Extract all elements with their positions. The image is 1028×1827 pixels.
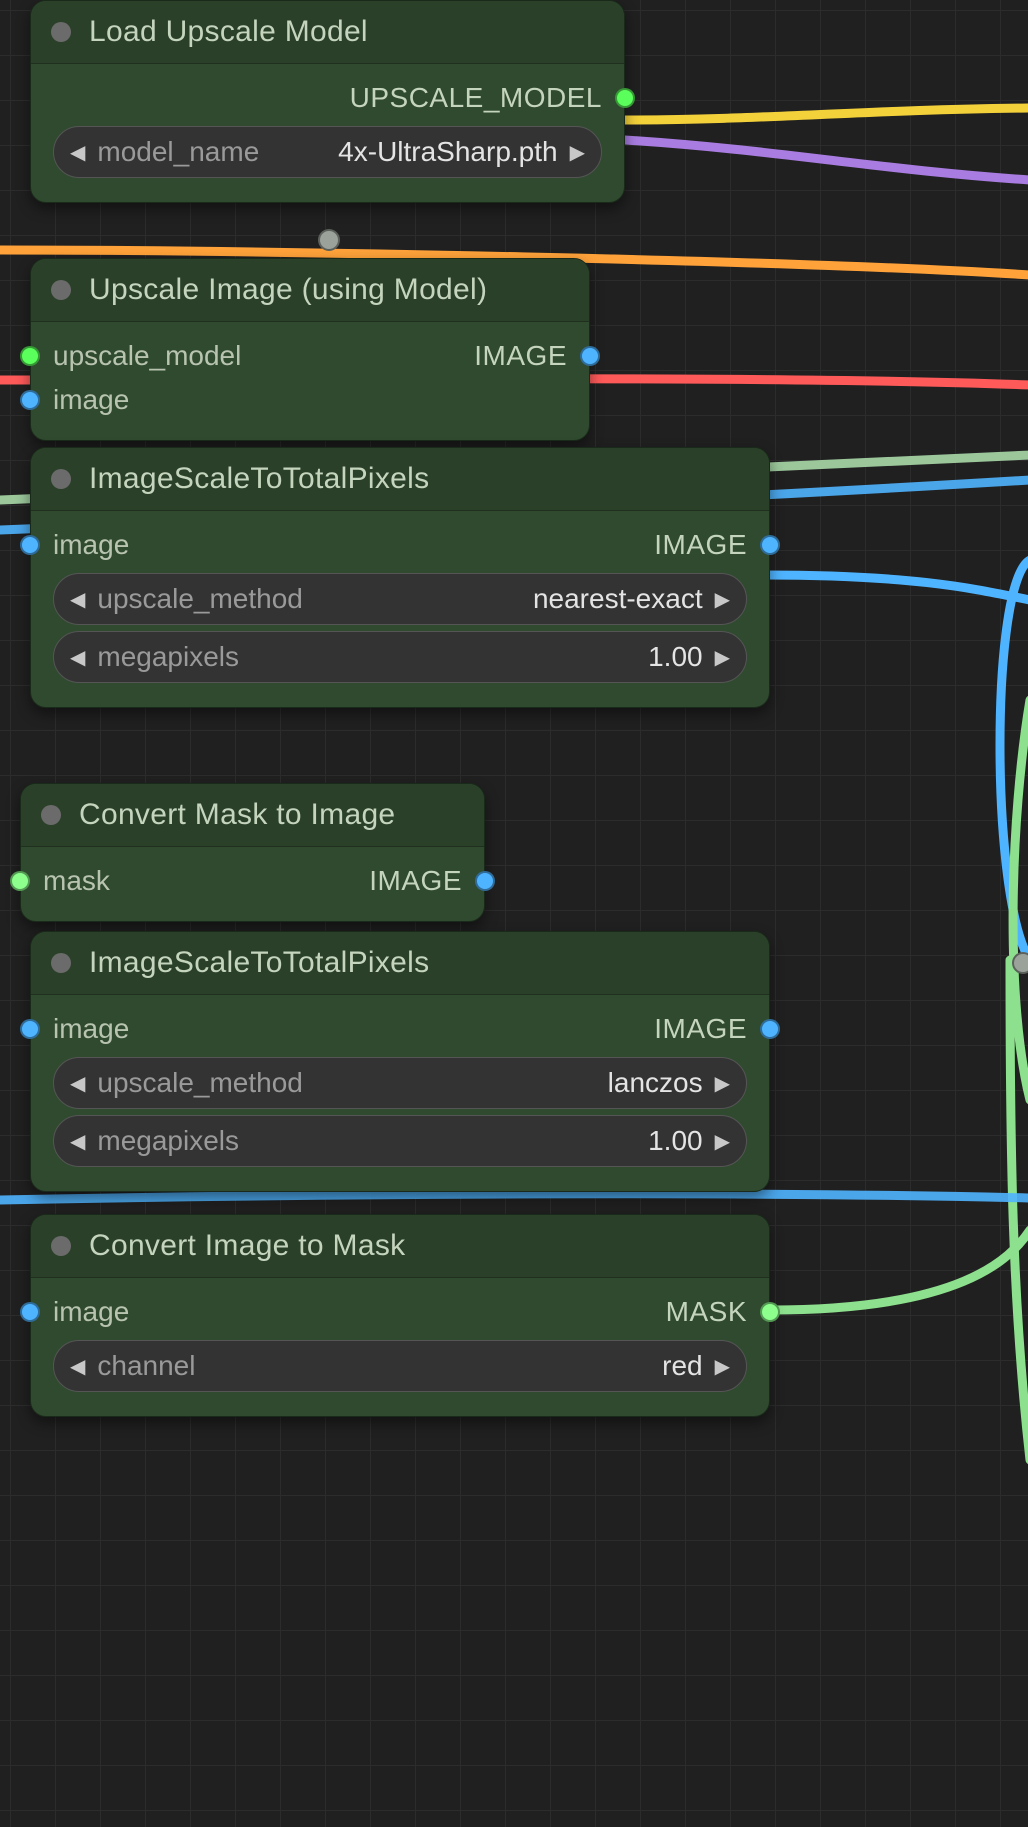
chevron-right-icon[interactable]: ▶ (715, 645, 730, 670)
node-header[interactable]: ImageScaleToTotalPixels (31, 448, 769, 511)
collapse-dot-icon[interactable] (51, 953, 71, 973)
chevron-right-icon[interactable]: ▶ (715, 1129, 730, 1154)
output-image-socket[interactable] (760, 1019, 780, 1039)
output-image-label: IMAGE (654, 1013, 747, 1045)
node-title: ImageScaleToTotalPixels (89, 946, 429, 980)
chevron-right-icon[interactable]: ▶ (715, 587, 730, 612)
input-mask-label: mask (43, 865, 110, 897)
input-upscale-model-socket[interactable] (20, 346, 40, 366)
input-image-socket[interactable] (20, 1019, 40, 1039)
collapse-dot-icon[interactable] (51, 22, 71, 42)
output-image-socket[interactable] (475, 871, 495, 891)
input-upscale-model-label: upscale_model (53, 340, 241, 372)
node-image-scale-1[interactable]: ImageScaleToTotalPixels image IMAGE ◀ up… (30, 447, 770, 708)
collapse-dot-icon[interactable] (51, 280, 71, 300)
output-image-socket[interactable] (760, 535, 780, 555)
collapse-dot-icon[interactable] (51, 1236, 71, 1256)
widget-upscale-method[interactable]: ◀ upscale_method lanczos ▶ (53, 1057, 747, 1109)
widget-name: model_name (97, 136, 259, 168)
node-header[interactable]: Convert Image to Mask (31, 1215, 769, 1278)
input-image-socket[interactable] (20, 535, 40, 555)
output-image-label: IMAGE (369, 865, 462, 897)
widget-value: 1.00 (251, 641, 703, 673)
chevron-left-icon[interactable]: ◀ (70, 1071, 85, 1096)
output-upscale-model-socket[interactable] (615, 88, 635, 108)
output-mask-label: MASK (666, 1296, 747, 1328)
node-title: Convert Mask to Image (79, 798, 395, 832)
node-image-scale-2[interactable]: ImageScaleToTotalPixels image IMAGE ◀ up… (30, 931, 770, 1192)
widget-value: red (207, 1350, 702, 1382)
input-image-label: image (53, 1296, 129, 1328)
chevron-right-icon[interactable]: ▶ (715, 1071, 730, 1096)
input-image-label: image (53, 529, 129, 561)
chevron-right-icon[interactable]: ▶ (715, 1354, 730, 1379)
output-image-label: IMAGE (654, 529, 747, 561)
widget-value: 4x-UltraSharp.pth (271, 136, 557, 168)
widget-upscale-method[interactable]: ◀ upscale_method nearest-exact ▶ (53, 573, 747, 625)
reroute-dot[interactable] (1012, 952, 1028, 974)
widget-megapixels[interactable]: ◀ megapixels 1.00 ▶ (53, 631, 747, 683)
widget-megapixels[interactable]: ◀ megapixels 1.00 ▶ (53, 1115, 747, 1167)
node-header[interactable]: Upscale Image (using Model) (31, 259, 589, 322)
node-load-upscale-model[interactable]: Load Upscale Model UPSCALE_MODEL ◀ model… (30, 0, 625, 203)
node-convert-image-to-mask[interactable]: Convert Image to Mask image MASK ◀ chann… (30, 1214, 770, 1417)
widget-value: lanczos (315, 1067, 703, 1099)
node-title: Upscale Image (using Model) (89, 273, 487, 307)
collapse-dot-icon[interactable] (41, 805, 61, 825)
chevron-left-icon[interactable]: ◀ (70, 1354, 85, 1379)
widget-name: upscale_method (97, 1067, 302, 1099)
output-mask-socket[interactable] (760, 1302, 780, 1322)
input-mask-socket[interactable] (10, 871, 30, 891)
node-header[interactable]: Load Upscale Model (31, 1, 624, 64)
widget-value: nearest-exact (315, 583, 703, 615)
chevron-left-icon[interactable]: ◀ (70, 1129, 85, 1154)
collapse-dot-icon[interactable] (51, 469, 71, 489)
input-image-socket[interactable] (20, 390, 40, 410)
node-header[interactable]: ImageScaleToTotalPixels (31, 932, 769, 995)
chevron-left-icon[interactable]: ◀ (70, 587, 85, 612)
chevron-left-icon[interactable]: ◀ (70, 140, 85, 165)
widget-channel[interactable]: ◀ channel red ▶ (53, 1340, 747, 1392)
chevron-right-icon[interactable]: ▶ (570, 140, 585, 165)
widget-name: channel (97, 1350, 195, 1382)
chevron-left-icon[interactable]: ◀ (70, 645, 85, 670)
widget-value: 1.00 (251, 1125, 703, 1157)
output-image-label: IMAGE (474, 340, 567, 372)
widget-model-name[interactable]: ◀ model_name 4x-UltraSharp.pth ▶ (53, 126, 602, 178)
widget-name: megapixels (97, 641, 239, 673)
reroute-dot[interactable] (318, 229, 340, 251)
output-image-socket[interactable] (580, 346, 600, 366)
node-title: ImageScaleToTotalPixels (89, 462, 429, 496)
node-title: Load Upscale Model (89, 15, 368, 49)
input-image-label: image (53, 1013, 129, 1045)
node-convert-mask-to-image[interactable]: Convert Mask to Image mask IMAGE (20, 783, 485, 922)
node-title: Convert Image to Mask (89, 1229, 405, 1263)
input-image-label: image (53, 384, 129, 416)
node-header[interactable]: Convert Mask to Image (21, 784, 484, 847)
node-upscale-image[interactable]: Upscale Image (using Model) upscale_mode… (30, 258, 590, 441)
widget-name: megapixels (97, 1125, 239, 1157)
widget-name: upscale_method (97, 583, 302, 615)
output-upscale-model-label: UPSCALE_MODEL (350, 82, 602, 114)
input-image-socket[interactable] (20, 1302, 40, 1322)
